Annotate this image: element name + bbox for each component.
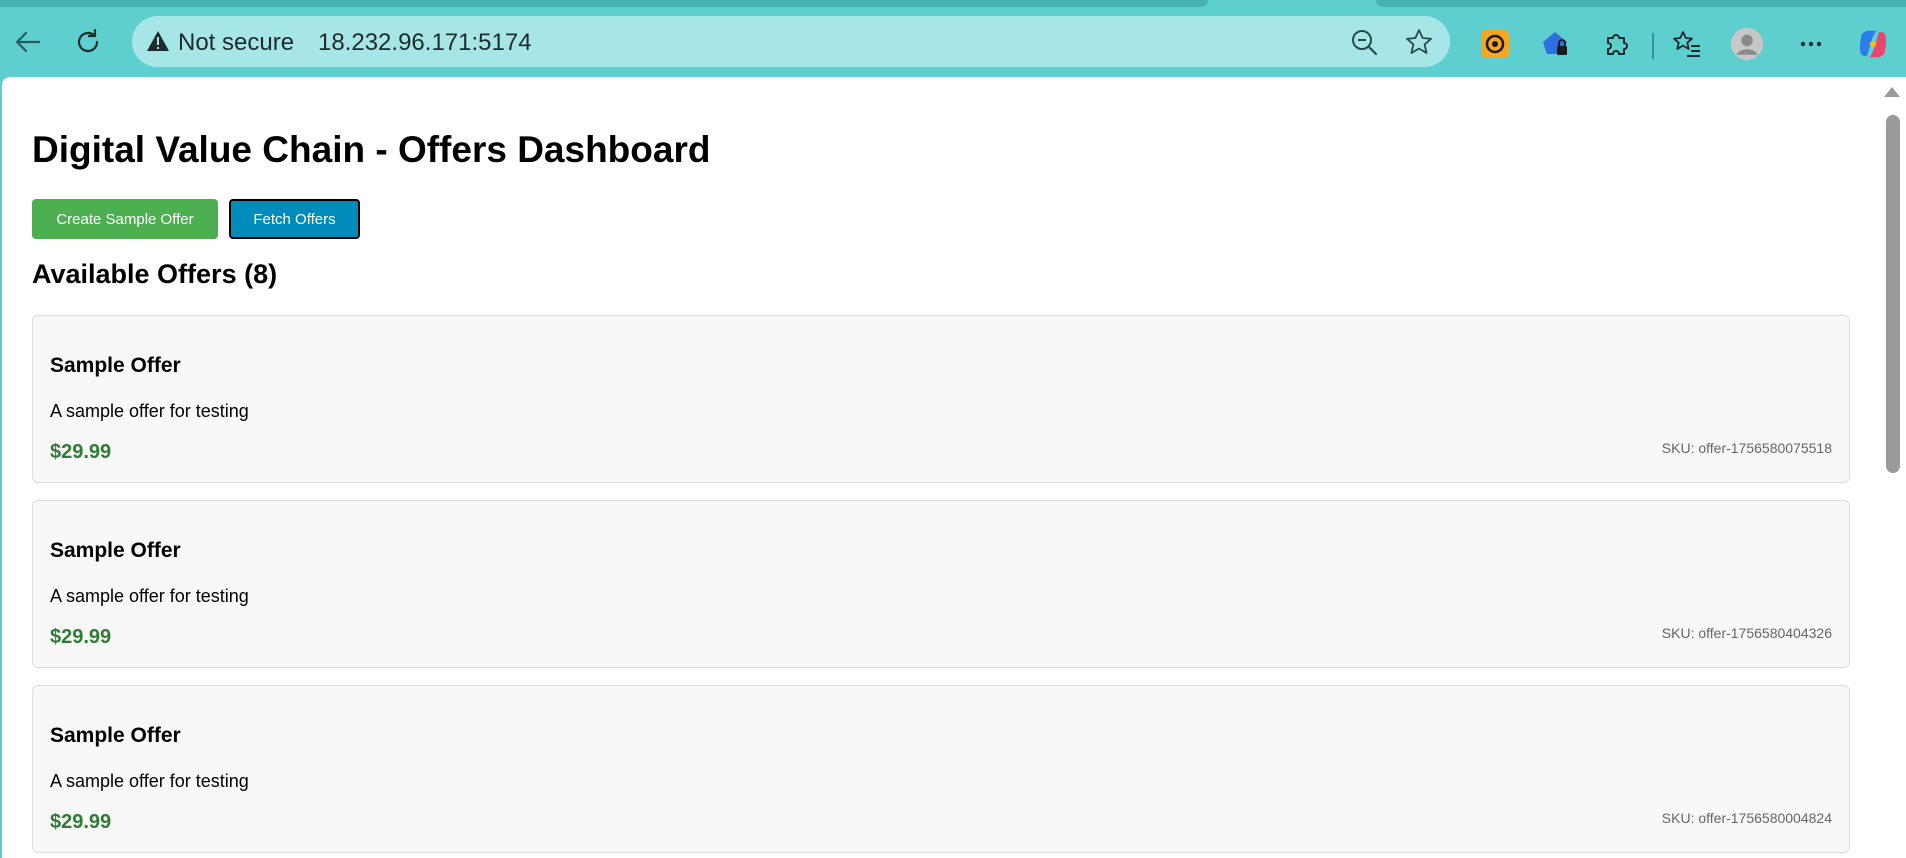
offer-name: Sample Offer xyxy=(50,724,181,747)
extension-lock-icon xyxy=(1543,32,1567,55)
offer-name: Sample Offer xyxy=(50,354,181,377)
offer-sku: SKU: offer-1756580004824 xyxy=(1661,810,1832,826)
active-tab[interactable] xyxy=(0,0,1208,7)
offer-description: A sample offer for testing xyxy=(50,586,249,606)
fetch-offers-button[interactable]: Fetch Offers xyxy=(229,199,360,239)
zoom-out-icon[interactable] xyxy=(1350,28,1378,56)
more-options-icon xyxy=(1800,41,1822,47)
offer-price: $29.99 xyxy=(50,626,112,648)
url-text[interactable]: 18.232.96.171:5174 xyxy=(318,29,532,57)
favorites-list-icon xyxy=(1673,31,1700,57)
extension-wallet-button[interactable] xyxy=(1478,27,1512,61)
offer-card: Sample Offer A sample offer for testing … xyxy=(32,500,1850,668)
page-viewport: Digital Value Chain - Offers Dashboard C… xyxy=(2,77,1906,858)
warning-icon[interactable] xyxy=(146,30,170,52)
copilot-icon xyxy=(1859,30,1887,58)
inactive-tab[interactable] xyxy=(1376,0,1906,7)
back-button[interactable] xyxy=(8,22,48,62)
security-status[interactable]: Not secure xyxy=(178,29,294,57)
offer-sku: SKU: offer-1756580404326 xyxy=(1661,625,1832,641)
more-options-button[interactable] xyxy=(1794,27,1828,61)
offer-description: A sample offer for testing xyxy=(50,401,249,421)
extension-wallet-icon xyxy=(1481,30,1509,58)
favorite-star-icon[interactable] xyxy=(1404,27,1434,57)
scrollbar-thumb[interactable] xyxy=(1886,115,1900,473)
available-offers-heading: Available Offers (8) xyxy=(32,259,278,289)
extension-lock-button[interactable] xyxy=(1538,27,1572,61)
profile-button[interactable] xyxy=(1730,27,1764,61)
offer-card: Sample Offer A sample offer for testing … xyxy=(32,315,1850,483)
refresh-icon xyxy=(77,28,99,53)
copilot-button[interactable] xyxy=(1856,27,1890,61)
address-bar[interactable]: Not secure 18.232.96.171:5174 xyxy=(132,16,1450,67)
browser-toolbar: Not secure 18.232.96.171:5174 xyxy=(0,7,1906,77)
extensions-button[interactable] xyxy=(1600,27,1634,61)
refresh-button[interactable] xyxy=(68,22,108,62)
scrollbar-up-arrow[interactable] xyxy=(1884,87,1900,97)
page-title: Digital Value Chain - Offers Dashboard xyxy=(32,129,711,170)
offer-description: A sample offer for testing xyxy=(50,771,249,791)
offer-card: Sample Offer A sample offer for testing … xyxy=(32,685,1850,853)
offer-price: $29.99 xyxy=(50,441,112,463)
back-arrow-icon xyxy=(15,31,41,53)
create-sample-offer-button[interactable]: Create Sample Offer xyxy=(32,199,218,239)
tab-strip xyxy=(0,0,1906,7)
offer-price: $29.99 xyxy=(50,811,112,833)
offer-sku: SKU: offer-1756580075518 xyxy=(1661,440,1832,456)
favorites-button[interactable] xyxy=(1670,27,1704,61)
profile-avatar-icon xyxy=(1730,27,1764,61)
extensions-puzzle-icon xyxy=(1607,34,1628,55)
offer-name: Sample Offer xyxy=(50,539,181,562)
toolbar-divider xyxy=(1652,33,1654,59)
